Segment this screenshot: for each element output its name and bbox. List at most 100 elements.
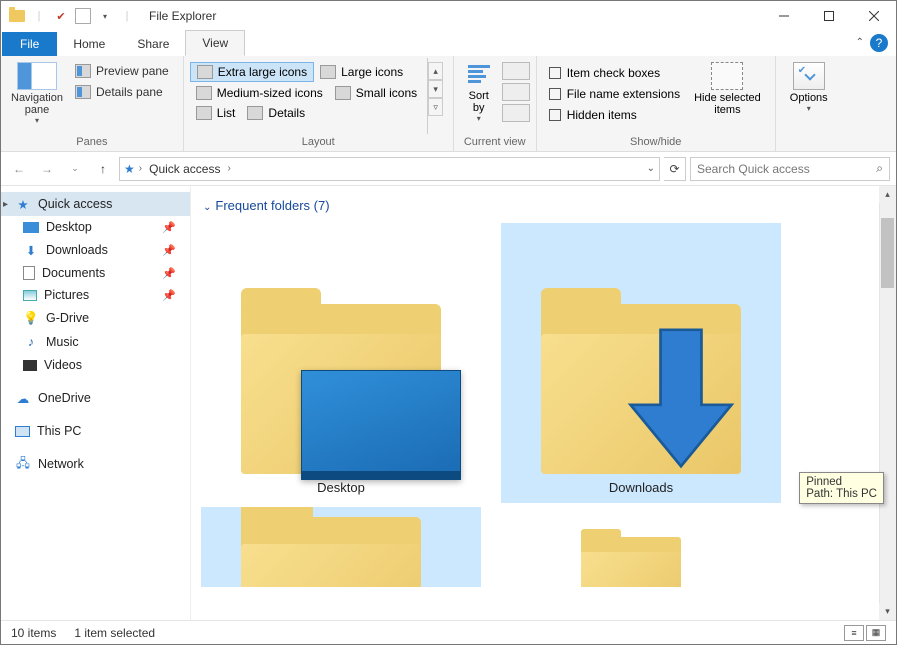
layout-list[interactable]: List [190, 104, 242, 122]
file-explorer-window: | ✔ ▾ | File Explorer File Home Share Vi… [0, 0, 897, 645]
properties-icon[interactable]: ✔ [53, 8, 69, 24]
refresh-button[interactable]: ⟳ [664, 157, 686, 181]
scroll-down-icon[interactable]: ▾ [879, 603, 896, 620]
folder-icon [541, 304, 741, 474]
tab-file[interactable]: File [2, 32, 57, 56]
ribbon-group-show-hide: Item check boxes File name extensions Hi… [537, 56, 776, 151]
minimize-button[interactable] [761, 1, 806, 31]
search-icon: ⌕ [876, 161, 883, 176]
tab-view[interactable]: View [185, 30, 245, 56]
titlebar: | ✔ ▾ | File Explorer [1, 1, 896, 31]
breadcrumb-dropdown-icon[interactable]: ⌄ [647, 163, 655, 174]
layout-details[interactable]: Details [241, 104, 311, 122]
onedrive-icon: ☁ [15, 390, 31, 406]
search-box[interactable]: Search Quick access ⌕ [690, 157, 890, 181]
explorer-icon [9, 8, 25, 24]
content-area: ⌄Frequent folders (7) Desktop [191, 186, 896, 620]
item-check-boxes-toggle[interactable]: Item check boxes [547, 64, 682, 82]
new-folder-icon[interactable] [75, 8, 91, 24]
forward-button[interactable]: → [35, 157, 59, 181]
details-pane-button[interactable]: Details pane [71, 83, 173, 101]
quick-access-toolbar: | ✔ ▾ | [1, 8, 143, 24]
sort-by-button[interactable]: Sort by ▾ [460, 58, 498, 134]
navigation-pane-button[interactable]: Navigation pane ▾ [7, 58, 67, 134]
ribbon-group-current-view: Sort by ▾ Current view [454, 56, 537, 151]
maximize-button[interactable] [806, 1, 851, 31]
pin-icon: 📌 [162, 221, 176, 234]
partial-folder-row [201, 507, 886, 587]
ribbon-group-options: Options ▾ [776, 56, 842, 151]
sidebar-documents[interactable]: Documents📌 [1, 262, 190, 284]
tab-home[interactable]: Home [57, 32, 121, 56]
preview-pane-button[interactable]: Preview pane [71, 62, 173, 80]
sidebar-downloads[interactable]: ⬇ Downloads📌 [1, 238, 190, 262]
network-icon: 🖧 [15, 456, 31, 472]
breadcrumb-separator[interactable]: › [227, 163, 230, 174]
group-label-current-view: Current view [460, 134, 530, 151]
vertical-scrollbar[interactable]: ▴ ▾ [879, 186, 896, 620]
breadcrumb-separator[interactable]: › [139, 163, 142, 174]
layout-extra-large[interactable]: Extra large icons [190, 62, 314, 82]
star-icon: ★ [15, 196, 31, 212]
ribbon-tabs: File Home Share View ⌃ ? [1, 31, 896, 56]
folder-tile-partial[interactable] [201, 507, 481, 587]
window-title: File Explorer [143, 9, 216, 23]
quick-access-root-icon[interactable]: ★ [124, 162, 135, 176]
sidebar-music[interactable]: ♪ Music [1, 330, 190, 354]
pin-icon: 📌 [162, 244, 176, 257]
add-columns-button[interactable] [502, 83, 530, 101]
thumbnails-view-toggle[interactable]: ▦ [866, 625, 886, 641]
layout-medium[interactable]: Medium-sized icons [190, 84, 329, 102]
qat-dropdown-icon[interactable]: ▾ [97, 8, 113, 24]
folder-label: Downloads [609, 480, 673, 495]
group-label-panes: Panes [7, 134, 177, 151]
sidebar-quick-access[interactable]: ★ Quick access [1, 192, 190, 216]
hide-selected-items-button[interactable]: Hide selected items [686, 58, 769, 134]
group-by-button[interactable] [502, 62, 530, 80]
navigation-sidebar: ★ Quick access Desktop📌 ⬇ Downloads📌 Doc… [1, 186, 191, 620]
minimize-ribbon-icon[interactable]: ⌃ [856, 37, 864, 48]
pin-icon: 📌 [162, 267, 176, 280]
breadcrumb[interactable]: ★ › Quick access › ⌄ [119, 157, 660, 181]
desktop-overlay-icon [301, 370, 461, 480]
search-placeholder: Search Quick access [697, 162, 810, 176]
sidebar-pictures[interactable]: Pictures📌 [1, 284, 190, 306]
options-button[interactable]: Options ▾ [782, 58, 836, 134]
ribbon: Navigation pane ▾ Preview pane Details p… [1, 56, 896, 152]
sidebar-onedrive[interactable]: ☁ OneDrive [1, 386, 190, 410]
pin-icon: 📌 [162, 289, 176, 302]
folder-tile-downloads[interactable]: Downloads [501, 223, 781, 503]
up-button[interactable]: ↑ [91, 157, 115, 181]
size-columns-button[interactable] [502, 104, 530, 122]
tab-share[interactable]: Share [121, 32, 185, 56]
folder-tile-partial[interactable] [501, 507, 781, 587]
layout-gallery-scroll[interactable]: ▴▾▿ [427, 58, 443, 134]
file-name-extensions-toggle[interactable]: File name extensions [547, 85, 682, 103]
layout-large[interactable]: Large icons [314, 62, 409, 82]
frequent-folders-header[interactable]: ⌄Frequent folders (7) [201, 194, 886, 223]
status-item-count: 10 items [11, 626, 56, 640]
sidebar-this-pc[interactable]: This PC [1, 420, 190, 442]
videos-icon [23, 360, 37, 371]
recent-locations-button[interactable]: ⌄ [63, 157, 87, 181]
scroll-up-icon[interactable]: ▴ [879, 186, 896, 203]
close-button[interactable] [851, 1, 896, 31]
qat-separator: | [31, 8, 47, 24]
address-bar: ← → ⌄ ↑ ★ › Quick access › ⌄ ⟳ Search Qu… [1, 152, 896, 186]
folder-tile-desktop[interactable]: Desktop [201, 223, 481, 503]
details-view-toggle[interactable]: ≡ [844, 625, 864, 641]
folder-label: Desktop [317, 480, 365, 495]
layout-small[interactable]: Small icons [329, 84, 423, 102]
help-icon[interactable]: ? [870, 34, 888, 52]
sidebar-videos[interactable]: Videos [1, 354, 190, 376]
breadcrumb-quick-access[interactable]: Quick access [146, 162, 223, 176]
sidebar-gdrive[interactable]: 💡 G-Drive [1, 306, 190, 330]
ribbon-group-panes: Navigation pane ▾ Preview pane Details p… [1, 56, 184, 151]
sidebar-network[interactable]: 🖧 Network [1, 452, 190, 476]
tooltip-line: Path: This PC [806, 488, 877, 500]
hidden-items-toggle[interactable]: Hidden items [547, 106, 682, 124]
sidebar-desktop[interactable]: Desktop📌 [1, 216, 190, 238]
back-button[interactable]: ← [7, 157, 31, 181]
scroll-thumb[interactable] [881, 218, 894, 288]
gdrive-icon: 💡 [23, 310, 39, 326]
